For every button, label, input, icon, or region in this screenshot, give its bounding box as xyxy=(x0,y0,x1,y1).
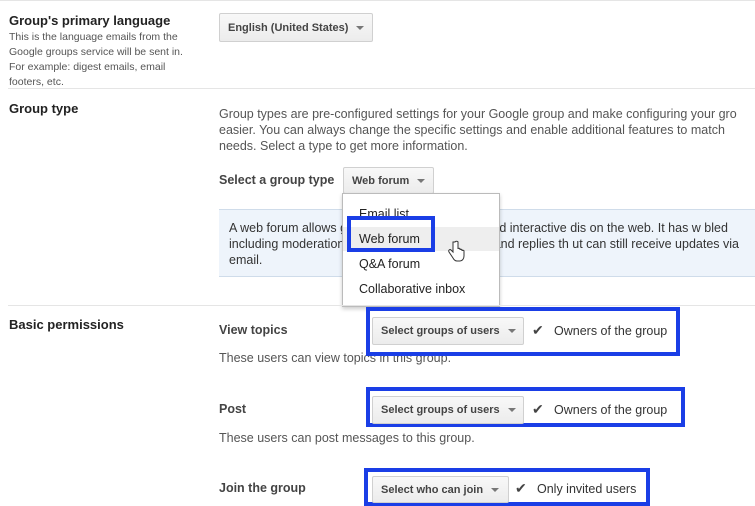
view-topics-option[interactable]: ✔ Owners of the group xyxy=(532,322,667,339)
web-forum-highlight-box xyxy=(347,216,435,252)
menu-item-qa-forum[interactable]: Q&A forum xyxy=(343,252,499,276)
divider-group-type xyxy=(8,88,755,89)
view-topics-select[interactable]: Select groups of users xyxy=(372,317,524,345)
view-topics-label: View topics xyxy=(219,323,288,337)
group-type-select[interactable]: Web forum xyxy=(343,167,434,194)
view-topics-select-value: Select groups of users xyxy=(381,325,500,337)
join-option-label: Only invited users xyxy=(537,481,637,496)
language-help-text: This is the language emails from the Goo… xyxy=(9,31,183,88)
language-select[interactable]: English (United States) xyxy=(219,13,373,42)
permissions-section-title: Basic permissions xyxy=(9,317,124,332)
group-type-select-label: Select a group type xyxy=(219,173,335,187)
post-select-value: Select groups of users xyxy=(381,404,500,416)
chevron-down-icon xyxy=(507,329,516,333)
view-topics-option-label: Owners of the group xyxy=(554,323,668,338)
post-option[interactable]: ✔ Owners of the group xyxy=(532,401,667,418)
language-select-value: English (United States) xyxy=(228,21,349,34)
post-option-label: Owners of the group xyxy=(554,402,668,417)
divider-permissions xyxy=(8,305,755,306)
chevron-down-icon xyxy=(356,25,365,30)
top-divider xyxy=(0,0,755,1)
post-help: These users can post messages to this gr… xyxy=(219,431,475,445)
checkmark-icon: ✔ xyxy=(515,480,527,496)
post-select[interactable]: Select groups of users xyxy=(372,396,524,424)
language-section-title: Group's primary language xyxy=(9,13,171,28)
chevron-down-icon xyxy=(491,487,500,492)
group-type-description: Group types are pre-configured settings … xyxy=(219,107,737,153)
checkmark-icon: ✔ xyxy=(532,401,544,417)
group-type-select-value: Web forum xyxy=(352,174,410,187)
checkmark-icon: ✔ xyxy=(532,322,544,338)
group-type-section-title: Group type xyxy=(9,101,79,116)
join-select[interactable]: Select who can join xyxy=(372,476,509,503)
join-option[interactable]: ✔ Only invited users xyxy=(515,480,636,497)
join-label: Join the group xyxy=(219,481,306,495)
menu-item-collaborative-inbox[interactable]: Collaborative inbox xyxy=(343,277,499,301)
chevron-down-icon xyxy=(417,178,426,183)
hand-pointer-icon xyxy=(448,240,465,262)
post-label: Post xyxy=(219,402,247,416)
join-select-value: Select who can join xyxy=(381,483,484,496)
chevron-down-icon xyxy=(507,408,516,412)
